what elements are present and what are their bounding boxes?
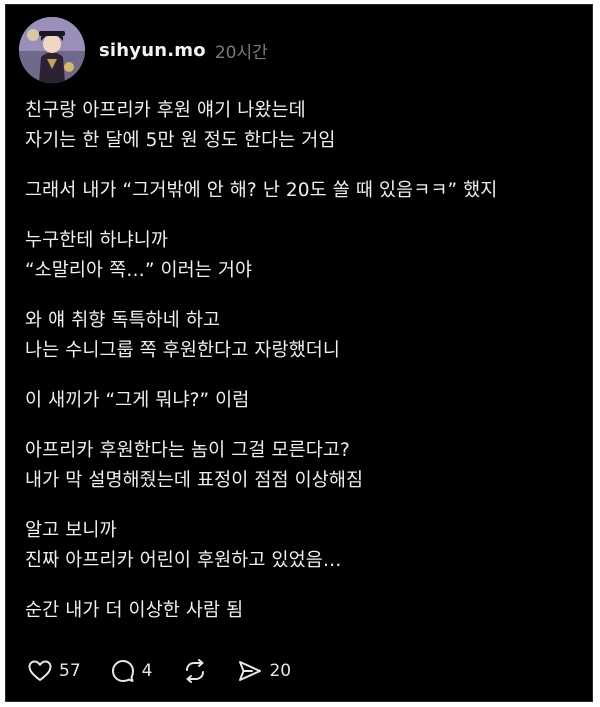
comment-icon — [111, 660, 134, 682]
post-line: 그래서 내가 “그거밖에 안 해? 난 20도 쏠 때 있음ㅋㅋ” 했지 — [25, 180, 498, 201]
share-button[interactable]: 20 — [238, 660, 291, 682]
post-line: 나는 수니그룹 쪽 후원한다고 자랑했더니 — [25, 340, 340, 361]
post-card: sihyun.mo 20시간 친구랑 아프리카 후원 얘기 나왔는데 자기는 한… — [5, 4, 593, 702]
post-line: 순간 내가 더 이상한 사람 됨 — [25, 600, 244, 621]
comment-button[interactable]: 4 — [111, 659, 153, 683]
like-count: 57 — [59, 661, 81, 681]
post-line: 알고 보니까 — [25, 520, 117, 541]
post-line: 아프리카 후원한다는 놈이 그걸 모른다고? — [25, 440, 350, 461]
post-line: 친구랑 아프리카 후원 얘기 나왔는데 — [25, 100, 306, 121]
share-count: 20 — [269, 661, 292, 681]
repost-icon — [186, 659, 205, 683]
like-button[interactable]: 57 — [28, 660, 81, 682]
post-line: 와 얘 취향 독특하네 하고 — [25, 310, 221, 331]
send-icon — [239, 661, 262, 681]
repost-button[interactable] — [182, 659, 208, 683]
post-paragraph: 와 얘 취향 독특하네 하고 나는 수니그룹 쪽 후원한다고 자랑했더니 — [25, 306, 585, 366]
post-paragraph: 누구한테 하냐니까 “소말리아 쪽…” 이러는 거야 — [25, 226, 585, 286]
post-paragraph: 순간 내가 더 이상한 사람 됨 — [25, 596, 585, 626]
post-line: 이 새끼가 “그게 뭐냐?” 이럼 — [25, 390, 250, 411]
post-line: 자기는 한 달에 5만 원 정도 한다는 거임 — [25, 130, 336, 151]
post-line: 내가 막 설명해줬는데 표정이 점점 이상해짐 — [25, 470, 364, 491]
username[interactable]: sihyun.mo — [99, 40, 206, 61]
post-paragraph: 알고 보니까 진짜 아프리카 어린이 후원하고 있었음… — [25, 516, 585, 576]
post-line: “소말리아 쪽…” 이러는 거야 — [25, 260, 253, 281]
avatar[interactable] — [19, 17, 85, 83]
post-body: 친구랑 아프리카 후원 얘기 나왔는데 자기는 한 달에 5만 원 정도 한다는… — [25, 96, 585, 646]
post-paragraph: 그래서 내가 “그거밖에 안 해? 난 20도 쏠 때 있음ㅋㅋ” 했지 — [25, 176, 585, 206]
post-line: 누구한테 하냐니까 — [25, 230, 168, 251]
post-paragraph: 아프리카 후원한다는 놈이 그걸 모른다고? 내가 막 설명해줬는데 표정이 점… — [25, 436, 585, 496]
post-actions: 57 4 20 — [28, 655, 321, 687]
post-paragraph: 이 새끼가 “그게 뭐냐?” 이럼 — [25, 386, 585, 416]
post-header: sihyun.mo 20시간 — [19, 16, 268, 84]
post-paragraph: 친구랑 아프리카 후원 얘기 나왔는데 자기는 한 달에 5만 원 정도 한다는… — [25, 96, 585, 156]
avatar-illustration — [19, 17, 85, 83]
post-line: 진짜 아프리카 어린이 후원하고 있었음… — [25, 550, 342, 571]
heart-icon — [28, 660, 52, 681]
comment-count: 4 — [141, 661, 153, 681]
post-timestamp: 20시간 — [214, 42, 268, 63]
